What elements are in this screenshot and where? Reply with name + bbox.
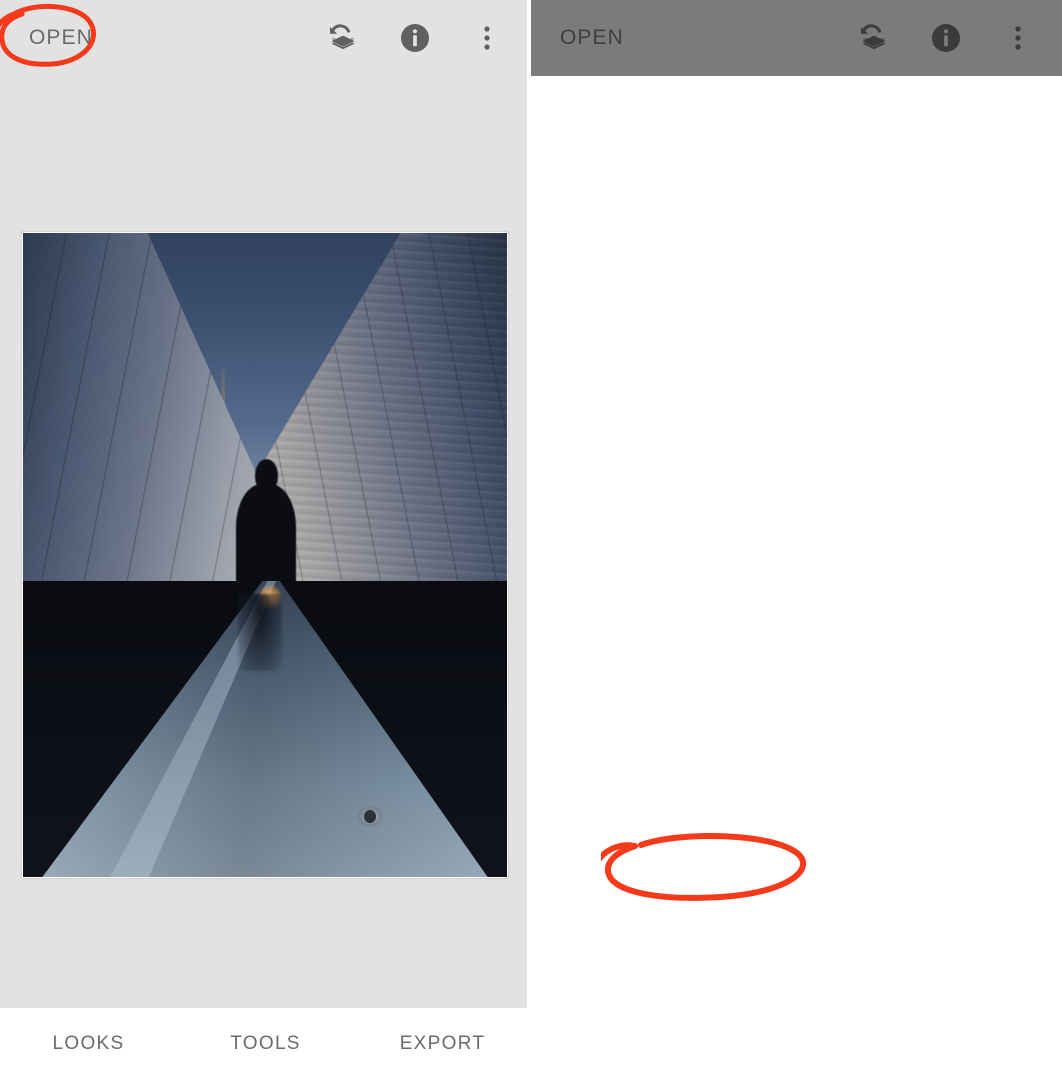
tab-tools[interactable]: TOOLS xyxy=(177,1033,354,1055)
undo-stack-icon[interactable] xyxy=(858,22,890,54)
bottom-nav-bar: LOOKS TOOLS EXPORT xyxy=(0,1008,531,1080)
tab-export[interactable]: EXPORT xyxy=(354,1033,531,1055)
overflow-menu-icon[interactable] xyxy=(1002,22,1034,54)
memorial-photo-art xyxy=(23,233,507,877)
top-bar-icons-right xyxy=(858,22,1034,54)
top-bar-right: OPEN xyxy=(531,0,1062,76)
panel-left-editor: OPEN xyxy=(0,0,531,1080)
open-button-right[interactable]: OPEN xyxy=(560,26,624,50)
tab-looks[interactable]: LOOKS xyxy=(0,1033,177,1055)
overflow-menu-icon[interactable] xyxy=(471,22,503,54)
panel-right-open-sheet: OPEN xyxy=(531,0,1062,1080)
memorial-photo[interactable] xyxy=(21,231,509,879)
top-bar-icons-left xyxy=(327,22,503,54)
panel-divider xyxy=(527,0,531,1080)
photo-drain xyxy=(357,806,383,827)
open-button-left[interactable]: OPEN xyxy=(29,26,93,50)
screenshot-root: OPEN xyxy=(0,0,1062,1080)
memorial-photo-inner xyxy=(23,233,507,877)
info-icon[interactable] xyxy=(930,22,962,54)
undo-stack-icon[interactable] xyxy=(327,22,359,54)
info-icon[interactable] xyxy=(399,22,431,54)
photo-reflection xyxy=(238,594,282,671)
top-bar-left: OPEN xyxy=(0,0,531,76)
